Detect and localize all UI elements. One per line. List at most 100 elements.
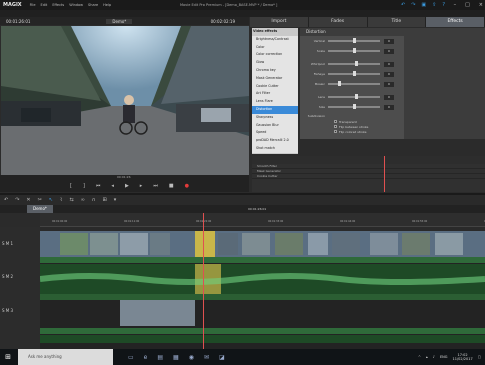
slider-value[interactable]: 0 (384, 48, 394, 54)
video-preview[interactable] (1, 26, 249, 175)
store-icon[interactable]: ▦ (173, 354, 179, 361)
effect-list-item[interactable]: Shot match (252, 145, 298, 153)
taskbar-search[interactable]: Ask me anything (18, 349, 113, 365)
notifications-icon[interactable]: ▢ (478, 355, 481, 359)
timeline-tab[interactable]: Demo* (27, 205, 53, 213)
tab-effects[interactable]: Effects (426, 17, 485, 27)
monitor-tab[interactable]: Demo* (106, 18, 133, 24)
timeline-playhead[interactable] (203, 213, 204, 349)
ripple-icon[interactable]: ⇆ (69, 197, 73, 203)
mark-out-icon[interactable]: ] (83, 183, 85, 189)
maximize-button[interactable]: □ (465, 2, 470, 8)
task-view-icon[interactable]: ▭ (128, 354, 134, 361)
effect-list-item[interactable]: Mask Generator (252, 75, 298, 83)
track-header-1[interactable]: S M 1 (2, 241, 13, 246)
select-tool-icon[interactable]: ↖ (49, 197, 53, 203)
slider-track[interactable] (328, 38, 380, 44)
effect-category[interactable]: Video effects (252, 28, 298, 36)
effect-list-item[interactable]: Gaussian Blur (252, 122, 298, 130)
slider-value[interactable]: 0 (384, 38, 394, 44)
slider-handle[interactable] (354, 94, 358, 100)
slider-handle[interactable] (354, 61, 358, 67)
checkbox[interactable] (334, 120, 337, 123)
tray-up-icon[interactable]: ^ (418, 355, 421, 359)
skip-forward-icon[interactable]: ⏭ (153, 183, 158, 189)
network-icon[interactable]: ▴ (426, 355, 428, 359)
slider-value[interactable]: 0 (384, 104, 394, 110)
menu-effects[interactable]: Effects (52, 3, 64, 7)
redo-icon[interactable]: ↷ (15, 197, 19, 203)
help-icon[interactable]: ? (442, 2, 445, 8)
keyframe-row[interactable]: Cookie Cutter (252, 174, 485, 179)
delete-icon[interactable]: ✕ (26, 197, 30, 203)
trim-icon[interactable]: ⊞ (103, 197, 107, 203)
timeline-tracks[interactable] (40, 227, 485, 349)
skip-back-icon[interactable]: ⏮ (96, 183, 101, 189)
effect-list-item[interactable]: Glow (252, 59, 298, 67)
slider-handle[interactable] (352, 104, 356, 110)
tab-fades[interactable]: Fades (309, 17, 368, 27)
tab-title[interactable]: Title (368, 17, 427, 27)
effect-list-item[interactable]: Brightness/Contrast (252, 36, 298, 44)
effect-list-item[interactable]: Lens Flare (252, 98, 298, 106)
track-header-2[interactable]: S M 2 (2, 274, 13, 279)
frame-back-icon[interactable]: ◂ (111, 183, 114, 189)
slider-track[interactable] (328, 48, 380, 54)
close-button[interactable]: × (479, 2, 483, 8)
slider-handle[interactable] (352, 71, 356, 77)
checkbox[interactable] (334, 125, 337, 128)
split-icon[interactable]: ⌇ (60, 197, 62, 203)
language-label[interactable]: ENG (440, 355, 448, 359)
windows-start-icon[interactable]: ⊞ (0, 353, 16, 361)
magix-app-icon[interactable]: ◪ (219, 354, 225, 361)
effect-list-item[interactable]: Sharpness (252, 114, 298, 122)
marker-icon[interactable]: ▾ (114, 197, 117, 203)
slider-handle[interactable] (352, 48, 356, 54)
effect-list-item[interactable]: Speed (252, 129, 298, 137)
mail-icon[interactable]: ✉ (204, 354, 209, 361)
slider-value[interactable]: 0 (384, 61, 394, 67)
menu-window[interactable]: Window (69, 3, 83, 7)
track-header-3[interactable]: S M 3 (2, 308, 13, 313)
slider-track[interactable] (328, 104, 380, 110)
menu-file[interactable]: File (30, 3, 36, 7)
slider-track[interactable] (328, 61, 380, 67)
checkbox[interactable] (334, 130, 337, 133)
effect-category[interactable]: View/Animation (252, 152, 298, 154)
effect-list-item[interactable]: Art Filter (252, 90, 298, 98)
menu-help[interactable]: Help (103, 3, 111, 7)
frame-forward-icon[interactable]: ▸ (140, 183, 143, 189)
volume-icon[interactable]: ♪ (433, 355, 435, 359)
slider-track[interactable] (328, 81, 380, 87)
slider-value[interactable]: 0 (384, 94, 394, 100)
slider-track[interactable] (328, 94, 380, 100)
stop-icon[interactable]: ■ (169, 183, 174, 189)
effect-list-item[interactable]: proDAD Mercalli 2.0 (252, 137, 298, 145)
save-icon[interactable]: ▣ (421, 2, 426, 8)
undo-icon[interactable]: ↶ (401, 2, 405, 8)
effect-list-item[interactable]: Color correction (252, 51, 298, 59)
share-icon[interactable]: ⇪ (432, 2, 436, 8)
record-icon[interactable]: ● (185, 183, 189, 189)
slider-handle[interactable] (337, 81, 341, 87)
explorer-icon[interactable]: ▤ (157, 354, 163, 361)
effect-list-item[interactable]: Color (252, 44, 298, 52)
undo-icon[interactable]: ↶ (4, 197, 8, 203)
menu-share[interactable]: Share (88, 3, 98, 7)
slider-track[interactable] (328, 71, 380, 77)
menu-edit[interactable]: Edit (41, 3, 48, 7)
checkbox-row[interactable]: Flip colored stroke (300, 129, 404, 134)
slider-value[interactable]: 0 (384, 81, 394, 87)
chrome-icon[interactable]: ◉ (189, 354, 194, 361)
cut-icon[interactable]: ✂ (38, 197, 42, 203)
redo-icon[interactable]: ↷ (411, 2, 415, 8)
play-icon[interactable]: ▶ (125, 183, 129, 189)
timeline-ruler[interactable]: 00:01:00:0000:01:11:0000:01:22:0000:01:3… (40, 213, 485, 227)
link-icon[interactable]: ∞ (81, 197, 85, 203)
edge-icon[interactable]: e (144, 354, 148, 361)
mark-in-icon[interactable]: [ (70, 183, 72, 189)
effect-list-item[interactable]: Chroma key (252, 67, 298, 75)
slider-value[interactable]: 0 (384, 71, 394, 77)
tab-import[interactable]: Import (250, 17, 309, 27)
slider-handle[interactable] (352, 38, 356, 44)
